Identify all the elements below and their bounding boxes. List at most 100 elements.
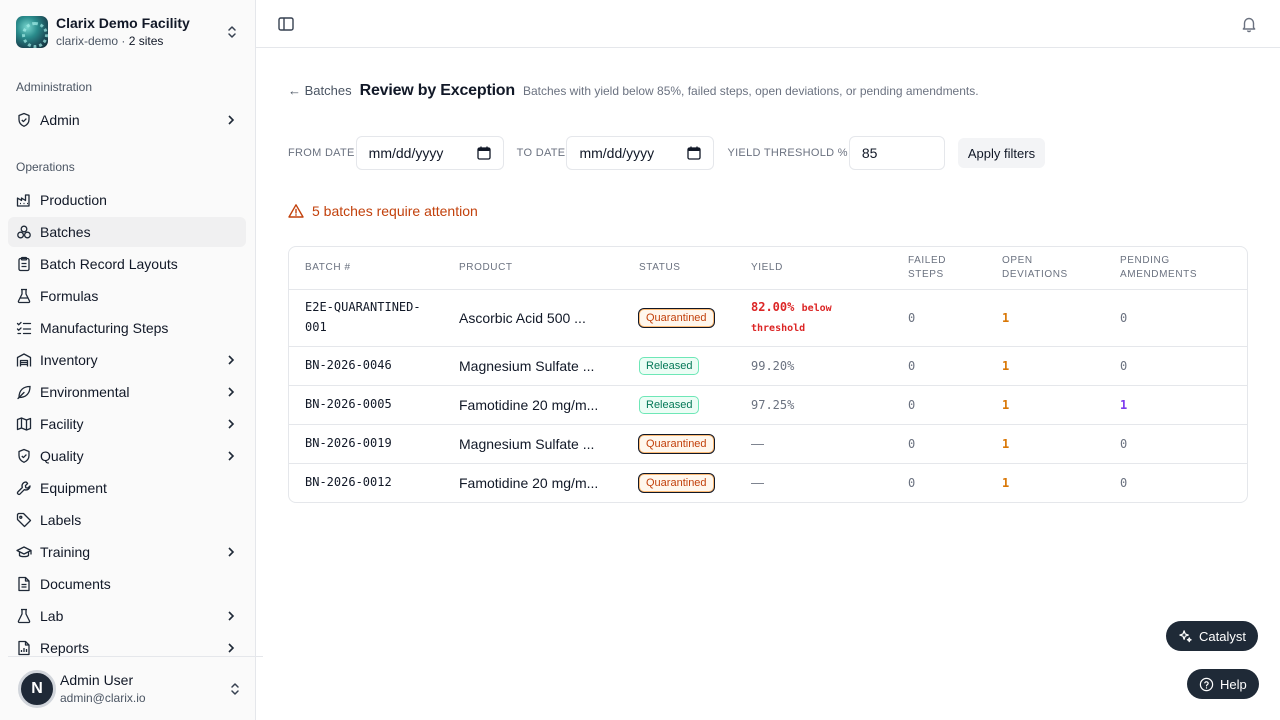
from-date-label: FROM DATE [288,147,355,159]
yield-value: — [735,424,892,464]
sidebar-item-formulas[interactable]: Formulas [8,281,246,311]
org-name: Clarix Demo Facility [56,15,190,32]
factory-icon [16,194,30,207]
back-to-batches-link[interactable]: ← Batches [288,83,352,98]
yield-value: 82.00% below threshold [735,289,892,347]
col-pending-amendments[interactable]: PENDING AMENDMENTS [1104,247,1247,290]
sidebar-item-production[interactable]: Production [8,185,246,215]
sidebar-item-equipment[interactable]: Equipment [8,473,246,503]
sidebar-item-lab[interactable]: Lab [8,601,246,631]
sidebar-item-training[interactable]: Training [8,537,246,567]
file-text-icon [18,576,30,592]
sidebar-item-quality[interactable]: Quality [8,441,246,471]
yield-value: — [751,475,764,491]
table-row[interactable]: E2E-QUARANTINED- 001 Ascorbic Acid 500 ..… [289,289,1247,347]
yield-value: 99.20% [735,346,892,386]
batch-number[interactable]: BN-2026-0012 [289,463,443,502]
from-date-input[interactable]: mm/dd/yyyy [355,136,504,170]
section-administration: Administration [16,80,93,94]
table-row[interactable]: BN-2026-0005 Famotidine 20 mg/m... Relea… [289,385,1247,425]
page-title: Review by Exception [359,82,516,99]
batch-number[interactable]: BN-2026-0019 [289,424,443,464]
sidebar-item-labels[interactable]: Labels [8,505,246,535]
failed-steps-count: 0 [892,289,986,347]
org-subtitle: clarix-demo · 2 sites [56,34,164,49]
open-deviations-count: 1 [986,424,1104,464]
product-name: Ascorbic Acid 500 ... [443,289,623,347]
open-deviations-count: 1 [986,385,1104,425]
status-badge: Quarantined [639,308,714,327]
sidebar-item-documents[interactable]: Documents [8,569,246,599]
yield-threshold-input[interactable]: 85 [848,136,945,170]
warning-triangle-icon [288,204,304,218]
section-operations: Operations [16,160,75,174]
chevron-up-down-icon [228,26,236,38]
sidebar-item-admin[interactable]: Admin [8,105,246,135]
col-failed-steps[interactable]: FAILED STEPS [892,247,986,290]
status-badge: Quarantined [639,473,714,492]
chevron-right-icon [228,115,235,125]
failed-steps-count: 0 [892,385,986,425]
apply-filters-button[interactable]: Apply filters [957,138,1046,168]
batch-number[interactable]: BN-2026-0005 [289,385,443,425]
col-status[interactable]: STATUS [623,247,735,290]
failed-steps-count: 0 [892,346,986,386]
list-checks-icon [16,321,32,335]
to-date-input[interactable]: mm/dd/yyyy [566,136,715,170]
failed-steps-count: 0 [892,424,986,464]
col-product[interactable]: PRODUCT [443,247,623,290]
leaf-icon [17,385,31,400]
exception-table: BATCH # PRODUCT STATUS YIELD FAILED STEPS… [288,246,1248,503]
chevron-right-icon [228,419,235,429]
col-yield[interactable]: YIELD [735,247,892,290]
batch-number[interactable]: E2E-QUARANTINED- 001 [289,289,443,347]
pending-amendments-count: 0 [1104,289,1247,347]
sidebar: Clarix Demo Facility clarix-demo · 2 sit… [0,0,263,720]
chevron-right-icon [228,387,235,397]
catalyst-button[interactable]: Catalyst [1166,621,1258,651]
product-name: Magnesium Sulfate ... [443,424,623,464]
chevron-up-down-icon [231,682,239,695]
yield-threshold-label: YIELD THRESHOLD % [727,147,848,159]
user-menu[interactable]: N Admin User admin@clarix.io [8,656,263,720]
table-row[interactable]: BN-2026-0046 Magnesium Sulfate ... Relea… [289,346,1247,386]
top-bar [256,0,1280,48]
shield-check-icon [18,448,30,463]
chevron-right-icon [228,547,235,557]
bell-icon[interactable] [1240,15,1258,33]
help-circle-icon [1199,677,1214,691]
col-batch[interactable]: BATCH # [289,247,443,290]
open-deviations-count: 1 [986,289,1104,347]
sidebar-item-batch-record-layouts[interactable]: Batch Record Layouts [8,249,246,279]
calendar-icon[interactable] [687,146,702,160]
page-header: ← Batches Review by Exception Batches wi… [288,82,979,100]
file-chart-icon [18,640,30,656]
yield-value: 97.25% [735,385,892,425]
sidebar-toggle-icon[interactable] [276,14,296,34]
table-row[interactable]: BN-2026-0019 Magnesium Sulfate ... Quara… [289,424,1247,464]
product-name: Magnesium Sulfate ... [443,346,623,386]
sidebar-item-inventory[interactable]: Inventory [8,345,246,375]
sidebar-item-facility[interactable]: Facility [8,409,246,439]
chevron-right-icon [228,451,235,461]
graduation-cap-icon [16,546,32,558]
sidebar-item-environmental[interactable]: Environmental [8,377,246,407]
sidebar-item-batches[interactable]: Batches [8,217,246,247]
tag-icon [16,512,32,528]
org-switcher[interactable]: Clarix Demo Facility clarix-demo · 2 sit… [8,8,248,56]
batch-number[interactable]: BN-2026-0046 [289,346,443,386]
to-date-label: TO DATE [516,147,566,159]
table-row[interactable]: BN-2026-0012 Famotidine 20 mg/m... Quara… [289,463,1247,502]
table-header-row: BATCH # PRODUCT STATUS YIELD FAILED STEPS… [289,247,1247,290]
status-badge: Quarantined [639,434,714,453]
warehouse-icon [16,353,32,367]
beaker-icon [17,608,31,624]
flask-icon [17,288,31,304]
product-name: Famotidine 20 mg/m... [459,474,599,491]
col-open-deviations[interactable]: OPEN DEVIATIONS [986,247,1104,290]
open-deviations-count: 1 [986,346,1104,386]
calendar-icon[interactable] [477,146,491,160]
help-button[interactable]: Help [1187,669,1259,699]
sidebar-item-manufacturing-steps[interactable]: Manufacturing Steps [8,313,246,343]
shield-check-icon [18,112,30,127]
